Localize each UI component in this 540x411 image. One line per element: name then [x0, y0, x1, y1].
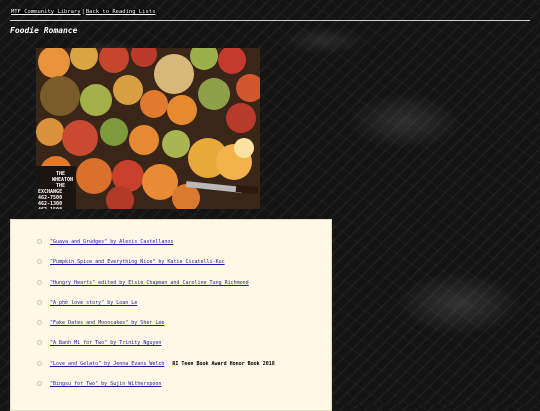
- book-link[interactable]: "Hungry Hearts" edited by Elsie Chapman …: [50, 280, 249, 286]
- book-link[interactable]: "A phở love story" by Loan Le: [50, 300, 137, 306]
- list-item: "Fake Dates and Mooncakes" by Sher Lee: [37, 319, 164, 327]
- list-item: "Hungry Hearts" edited by Elsie Chapman …: [37, 279, 249, 287]
- list-item: "Bingsu for Two" by Sujin Witherspoon: [37, 380, 161, 388]
- list-item: "Pumpkin Spice and Everything Nice" by K…: [37, 258, 225, 266]
- bullet-icon: [37, 259, 42, 264]
- book-link[interactable]: "Pumpkin Spice and Everything Nice" by K…: [50, 259, 225, 265]
- top-navigation: MTF Community Library|Back to Reading Li…: [10, 9, 157, 15]
- reading-list-panel: "Guava and Grudges" by Alexis Castellano…: [10, 219, 332, 411]
- bullet-icon: [37, 361, 42, 366]
- book-link[interactable]: "Fake Dates and Mooncakes" by Sher Lee: [50, 320, 164, 326]
- header-divider: [10, 20, 530, 21]
- book-link[interactable]: "Guava and Grudges" by Alexis Castellano…: [50, 239, 173, 245]
- book-link[interactable]: "Love and Gelato" by Jenna Evans Welch: [50, 361, 164, 367]
- list-item: "A Banh Mi for Two" by Trinity Nguyen: [37, 339, 161, 347]
- library-home-link[interactable]: MTF Community Library: [10, 9, 82, 15]
- bullet-icon: [37, 320, 42, 325]
- back-to-reading-lists-link[interactable]: Back to Reading Lists: [84, 9, 157, 15]
- cover-image: THE WHEATON THE EXCHANGE 462-7500 462-13…: [36, 48, 260, 209]
- book-link[interactable]: "Bingsu for Two" by Sujin Witherspoon: [50, 381, 161, 387]
- list-item: "Guava and Grudges" by Alexis Castellano…: [37, 238, 173, 246]
- bullet-icon: [37, 239, 42, 244]
- bullet-icon: [37, 340, 42, 345]
- award-note: RI Teen Book Award Honor Book 2018: [172, 361, 275, 367]
- list-item: "A phở love story" by Loan Le: [37, 299, 137, 307]
- bullet-icon: [37, 381, 42, 386]
- bullet-icon: [37, 280, 42, 285]
- list-item: "Love and Gelato" by Jenna Evans Welch RI…: [37, 360, 275, 368]
- book-link[interactable]: "A Banh Mi for Two" by Trinity Nguyen: [50, 340, 161, 346]
- svg-text:462-1508: 462-1508: [38, 207, 62, 209]
- page-title: Foodie Romance: [10, 26, 78, 35]
- bullet-icon: [37, 300, 42, 305]
